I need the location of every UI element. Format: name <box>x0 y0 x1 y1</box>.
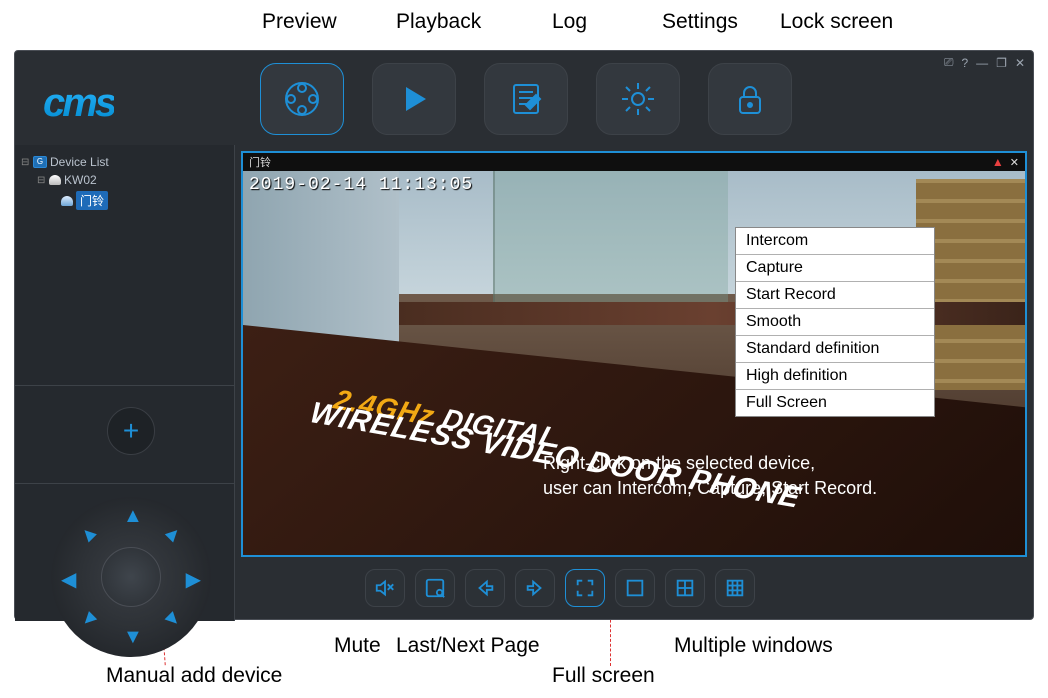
device-tree[interactable]: ⊟ G Device List ⊟ KW02 门铃 <box>15 145 234 220</box>
grid-9-button[interactable] <box>715 569 755 607</box>
dpad-upleft[interactable]: ▲ <box>74 519 104 549</box>
snapshot-icon <box>424 577 446 599</box>
tree-root-label: Device List <box>50 155 109 169</box>
tree-group-label: KW02 <box>64 173 97 187</box>
ctx-sd[interactable]: Standard definition <box>736 336 934 363</box>
mute-button[interactable] <box>365 569 405 607</box>
sidebar: ⊟ G Device List ⊟ KW02 门铃 + ▲ ▼ ◀ ▶ <box>15 145 235 621</box>
mute-icon <box>374 577 396 599</box>
monitor-icon[interactable]: ⎚ <box>942 55 956 70</box>
help-button[interactable]: ? <box>959 56 970 70</box>
dpad-downright[interactable]: ▼ <box>158 604 188 634</box>
grid-1-button[interactable] <box>615 569 655 607</box>
next-page-button[interactable] <box>515 569 555 607</box>
annot-manual-add: Manual add device <box>106 664 282 688</box>
overlay-note: Right-click on the selected device, user… <box>543 451 877 501</box>
gear-icon <box>618 79 658 119</box>
viewport-close[interactable]: ✕ <box>1010 156 1019 169</box>
main-nav <box>260 63 792 135</box>
viewport-header: 门铃 ▲ ✕ <box>243 153 1025 171</box>
nav-preview[interactable] <box>260 63 344 135</box>
annot-multi: Multiple windows <box>674 634 833 658</box>
add-device-button[interactable]: + <box>107 407 155 455</box>
snapshot-button[interactable] <box>415 569 455 607</box>
collapse-icon[interactable]: ⊟ <box>37 175 47 186</box>
play-icon <box>394 79 434 119</box>
next-icon <box>524 577 546 599</box>
annot-log: Log <box>552 10 587 34</box>
annot-lock: Lock screen <box>780 10 893 34</box>
ctx-smooth[interactable]: Smooth <box>736 309 934 336</box>
nav-lock[interactable] <box>708 63 792 135</box>
bottom-toolbar <box>365 569 755 607</box>
prev-icon <box>474 577 496 599</box>
context-menu: Intercom Capture Start Record Smooth Sta… <box>735 227 935 417</box>
nav-playback[interactable] <box>372 63 456 135</box>
fullscreen-icon <box>574 577 596 599</box>
annot-mute: Mute <box>334 634 381 658</box>
annot-preview: Preview <box>262 10 337 34</box>
video-viewport[interactable]: 门铃 ▲ ✕ 2.4GHz DIGITAL WIRELESS VIDEO DOO… <box>241 151 1027 557</box>
fullscreen-button[interactable] <box>565 569 605 607</box>
camera-icon <box>61 196 73 206</box>
ctx-capture[interactable]: Capture <box>736 255 934 282</box>
annot-playback: Playback <box>396 10 481 34</box>
reel-icon <box>282 79 322 119</box>
annot-page: Last/Next Page <box>396 634 540 658</box>
cloud-icon <box>49 175 61 185</box>
lock-icon <box>730 79 770 119</box>
dpad-center[interactable] <box>101 547 161 607</box>
app-window: ⎚ ? — ❐ ✕ cms ⊟ G Device List <box>14 50 1034 620</box>
dpad-right[interactable]: ▶ <box>186 567 201 592</box>
grid4-icon <box>674 577 696 599</box>
tree-root[interactable]: ⊟ G Device List <box>21 153 228 171</box>
dpad-downleft[interactable]: ▼ <box>74 604 104 634</box>
alarm-icon[interactable]: ▲ <box>992 155 1004 169</box>
ctx-start-record[interactable]: Start Record <box>736 282 934 309</box>
maximize-button[interactable]: ❐ <box>994 56 1009 70</box>
tree-group[interactable]: ⊟ KW02 <box>21 171 228 189</box>
nav-log[interactable] <box>484 63 568 135</box>
camera-feed[interactable]: 2.4GHz DIGITAL WIRELESS VIDEO DOOR PHONE… <box>243 171 1025 555</box>
minimize-button[interactable]: — <box>974 56 990 70</box>
ctx-fullscreen[interactable]: Full Screen <box>736 390 934 416</box>
grid-4-button[interactable] <box>665 569 705 607</box>
ctx-intercom[interactable]: Intercom <box>736 228 934 255</box>
grid9-icon <box>724 577 746 599</box>
ctx-hd[interactable]: High definition <box>736 363 934 390</box>
dpad-up[interactable]: ▲ <box>123 505 143 528</box>
dpad-left[interactable]: ◀ <box>61 567 76 592</box>
osd-timestamp: 2019-02-14 11:13:05 <box>249 175 473 195</box>
tree-camera-label: 门铃 <box>76 191 108 210</box>
log-icon <box>506 79 546 119</box>
collapse-icon[interactable]: ⊟ <box>21 157 31 168</box>
plus-icon: + <box>123 415 139 447</box>
close-button[interactable]: ✕ <box>1013 56 1027 70</box>
annot-fullscreen: Full screen <box>552 664 655 688</box>
annot-settings: Settings <box>662 10 738 34</box>
nav-settings[interactable] <box>596 63 680 135</box>
window-controls: ⎚ ? — ❐ ✕ <box>942 55 1027 70</box>
prev-page-button[interactable] <box>465 569 505 607</box>
dpad-upright[interactable]: ▲ <box>158 519 188 549</box>
tree-camera[interactable]: 门铃 <box>21 189 228 212</box>
grid1-icon <box>624 577 646 599</box>
logo: cms <box>43 81 114 126</box>
viewport-title: 门铃 <box>249 154 271 170</box>
dpad-down[interactable]: ▼ <box>123 626 143 649</box>
ptz-dpad: ▲ ▼ ◀ ▶ ▲ ▲ ▼ ▼ <box>51 497 211 657</box>
group-icon: G <box>33 156 47 168</box>
